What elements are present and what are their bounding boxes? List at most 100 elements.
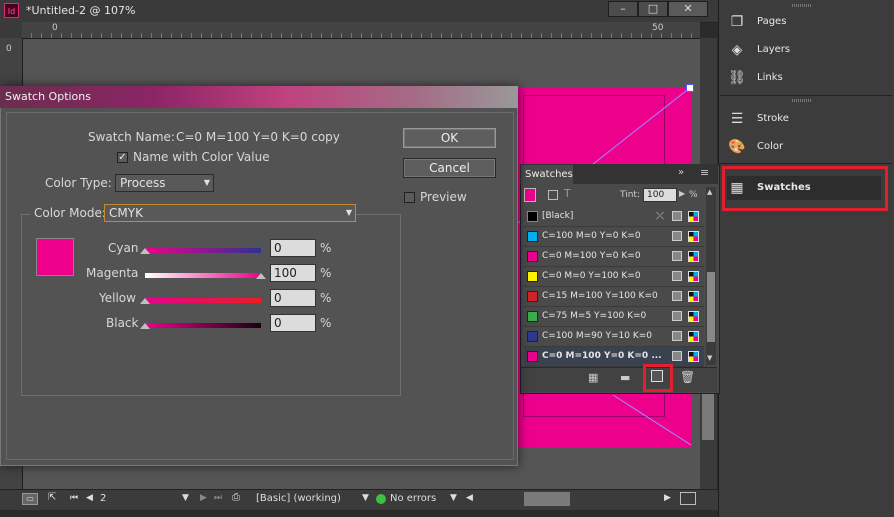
swatch-row[interactable]: C=100 M=0 Y=0 K=0 [524,227,704,247]
black-unit: % [320,316,332,330]
magenta-slider-track[interactable] [145,273,261,278]
chevron-down-icon: ▼ [203,178,210,187]
swatch-name-value[interactable]: C=0 M=100 Y=0 K=0 copy [176,130,340,144]
horizontal-scrollbar-thumb[interactable] [524,492,570,506]
document-title: *Untitled-2 @ 107% [26,4,136,17]
split-view-icon[interactable] [680,492,696,505]
page-number-field[interactable]: 2 [100,493,106,504]
magenta-input[interactable]: 100 [270,264,316,282]
color-type-label: Color Type: [45,176,112,190]
horizontal-ruler[interactable]: 0 50 [22,22,700,39]
yellow-slider-thumb[interactable] [140,298,150,304]
swatch-chip-black [527,211,538,222]
last-page-icon[interactable]: ⏭ [214,493,222,503]
swatch-name: C=100 M=0 Y=0 K=0 [542,231,641,241]
swatch-name-label: Swatch Name: [88,130,175,144]
swatch-row[interactable]: C=0 M=100 Y=0 K=0 [524,247,704,267]
profile-dropdown-chevron-icon[interactable]: ▼ [362,493,369,503]
fill-stroke-icon[interactable] [524,188,536,202]
magenta-label: Magenta [86,266,139,280]
ruler-label-fifty: 50 [652,23,664,33]
yellow-slider-track[interactable] [145,298,261,303]
errors-dropdown-chevron-icon[interactable]: ▼ [450,493,457,503]
dock-item-swatches[interactable]: ▦ Swatches [728,176,868,200]
magenta-slider-thumb[interactable] [256,273,266,279]
preview-label: Preview [420,190,467,204]
open-page-icon[interactable]: ⇱ [48,492,56,503]
container-icon[interactable] [548,190,558,200]
dialog-title-bar[interactable]: Swatch Options [0,86,518,108]
swatch-row[interactable]: C=100 M=90 Y=10 K=0 [524,327,704,347]
color-type-dropdown[interactable]: Process ▼ [115,174,214,192]
color-palette-icon: 🎨 [728,139,746,155]
tint-input[interactable]: 100 [643,188,677,202]
preflight-profile[interactable]: [Basic] (working) [256,493,341,504]
scroll-right-icon[interactable]: ▶ [664,493,671,503]
trash-icon[interactable]: 🗑 [680,370,695,384]
swatch-name: [Black] [542,211,574,221]
new-folder-icon[interactable]: ▬ [620,371,630,384]
scroll-left-icon[interactable]: ◀ [466,493,473,503]
dock-item-stroke[interactable]: ☰ Stroke [728,107,868,131]
ok-button[interactable]: OK [403,128,496,148]
prev-page-icon[interactable]: ◀ [86,493,93,503]
dock-grip-2[interactable] [792,99,812,102]
next-page-icon[interactable]: ▶ [200,493,207,503]
dock-grip[interactable] [792,4,812,7]
swatches-tab[interactable]: Swatches [521,165,573,184]
preflight-icon[interactable]: ⎙ [232,492,240,503]
dock-item-pages[interactable]: ❐ Pages [728,10,868,34]
black-slider-track[interactable] [145,323,261,328]
swatch-row[interactable]: [Black] ⤫ [524,207,704,227]
dialog-title: Swatch Options [5,90,91,103]
color-mode-dropdown[interactable]: CMYK ▼ [104,204,356,222]
cyan-slider-track[interactable] [145,248,261,253]
dock-label-color: Color [757,141,784,152]
layers-icon: ◈ [731,42,743,58]
swatch-row[interactable]: C=0 M=0 Y=100 K=0 [524,267,704,287]
swatches-scrollbar-thumb[interactable] [707,272,715,342]
new-swatch-icon[interactable] [651,370,663,382]
spot-process-icon [672,291,682,301]
name-with-color-checkbox[interactable]: ✓ [117,152,128,163]
cyan-slider-thumb[interactable] [140,248,150,254]
close-window-button[interactable]: ✕ [668,1,708,17]
dock-item-links[interactable]: ⛓ Links [728,66,868,90]
cmyk-mode-icon [688,251,699,262]
preview-checkbox[interactable] [404,192,415,203]
tint-arrow-icon[interactable]: ▶ [679,189,685,198]
swatch-chip-green [527,311,538,322]
swatch-chip-magenta-copy [527,351,538,362]
cancel-button[interactable]: Cancel [403,158,496,178]
dock-item-color[interactable]: 🎨 Color [728,135,868,159]
swatch-row[interactable]: C=15 M=100 Y=100 K=0 [524,287,704,307]
text-formatting-icon[interactable]: T [564,187,571,200]
scroll-up-icon[interactable]: ▲ [707,188,712,196]
page-icon[interactable]: ▭ [22,493,38,505]
cmyk-mode-icon [688,311,699,322]
black-input[interactable]: 0 [270,314,316,332]
dock-item-layers[interactable]: ◈ Layers [728,38,868,62]
black-slider-thumb[interactable] [140,323,150,329]
pages-icon: ❐ [730,14,744,30]
show-swatch-kinds-icon[interactable]: ▦ [588,371,598,384]
page-dropdown-chevron-icon[interactable]: ▼ [182,493,189,503]
first-page-icon[interactable]: ⏮ [70,493,78,503]
spot-process-icon [672,351,682,361]
scroll-down-icon[interactable]: ▼ [707,354,712,362]
swatch-name: C=0 M=100 Y=0 K=0 [542,251,641,261]
frame-handle[interactable] [686,84,694,92]
swatch-row[interactable]: C=75 M=5 Y=100 K=0 [524,307,704,327]
minimize-button[interactable]: – [608,1,638,17]
error-status[interactable]: No errors [390,493,436,504]
restore-button[interactable]: □ [638,1,668,17]
cmyk-mode-icon [688,211,699,222]
dock-divider-2 [720,163,892,164]
swatch-name: C=15 M=100 Y=100 K=0 [542,291,658,301]
yellow-input[interactable]: 0 [270,289,316,307]
swatch-row-selected[interactable]: C=0 M=100 Y=0 K=0 ... [524,347,704,367]
cmyk-mode-icon [688,331,699,342]
panel-menu-icon[interactable]: ≡ [700,166,709,179]
collapse-panel-icon[interactable]: » [678,167,684,178]
cyan-input[interactable]: 0 [270,239,316,257]
